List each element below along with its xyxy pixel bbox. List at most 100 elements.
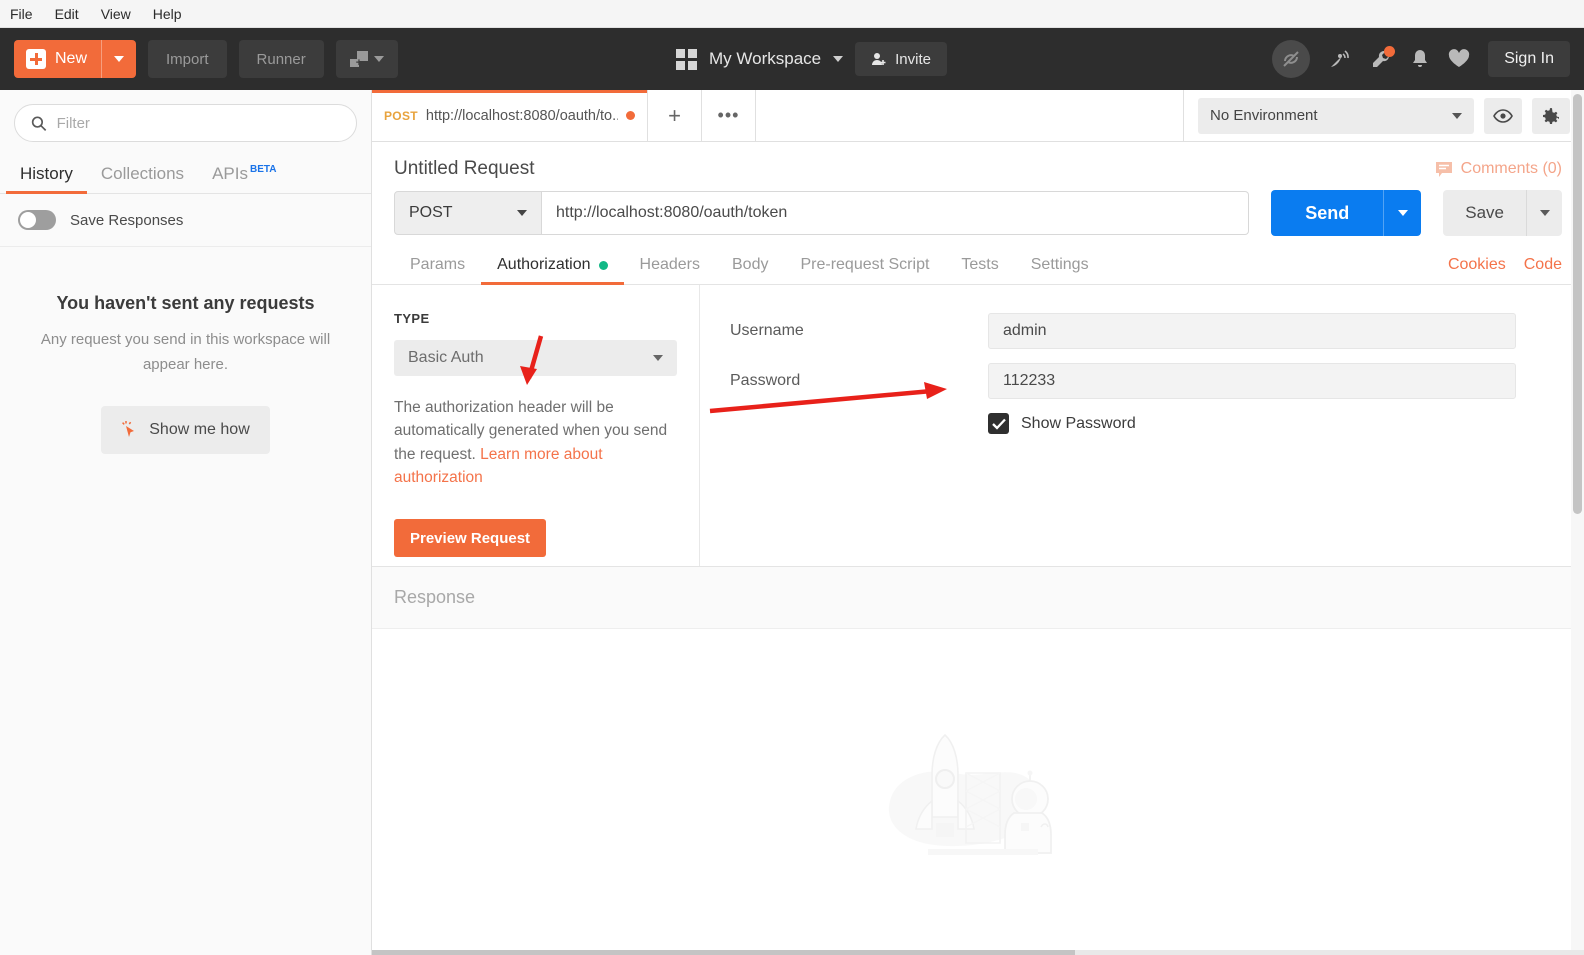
username-input[interactable]: admin bbox=[988, 313, 1516, 349]
tab-params-label: Params bbox=[410, 256, 465, 274]
send-options-button[interactable] bbox=[1383, 190, 1421, 236]
tab-settings-label: Settings bbox=[1031, 256, 1089, 274]
save-options-button[interactable] bbox=[1526, 190, 1562, 236]
request-tab-method: POST bbox=[384, 109, 418, 123]
password-label: Password bbox=[730, 372, 988, 390]
import-button-label: Import bbox=[166, 51, 209, 68]
tab-body[interactable]: Body bbox=[716, 256, 784, 284]
workspace-selector-group: My Workspace Invite bbox=[676, 28, 947, 90]
request-tab-links: Cookies Code bbox=[1448, 256, 1562, 284]
url-input[interactable]: http://localhost:8080/oauth/token bbox=[542, 191, 1249, 235]
plus-icon bbox=[26, 49, 46, 69]
search-icon bbox=[31, 115, 47, 132]
authorization-panel: TYPE Basic Auth The authorization header… bbox=[372, 285, 1584, 567]
save-responses-toggle[interactable] bbox=[18, 210, 56, 230]
username-row: Username admin bbox=[730, 313, 1550, 349]
tab-settings[interactable]: Settings bbox=[1015, 256, 1105, 284]
http-method-select[interactable]: POST bbox=[394, 191, 542, 235]
filter-wrapper bbox=[0, 90, 371, 142]
preview-request-button[interactable]: Preview Request bbox=[394, 519, 546, 557]
sidebar-tab-apis-label: APIs bbox=[212, 164, 248, 183]
auth-type-select[interactable]: Basic Auth bbox=[394, 340, 677, 376]
scrollbar-thumb-horizontal[interactable] bbox=[372, 950, 1075, 955]
satellite-dish-icon[interactable] bbox=[1328, 48, 1352, 70]
tab-pre-request-script[interactable]: Pre-request Script bbox=[784, 256, 945, 284]
http-method-value: POST bbox=[409, 204, 453, 222]
plus-icon: + bbox=[668, 103, 681, 129]
show-password-row[interactable]: Show Password bbox=[988, 413, 1550, 434]
send-button-label: Send bbox=[1305, 203, 1349, 224]
request-tab[interactable]: POST http://localhost:8080/oauth/to... bbox=[372, 90, 648, 141]
tab-tests[interactable]: Tests bbox=[945, 256, 1014, 284]
show-password-label: Show Password bbox=[1021, 415, 1136, 433]
invite-button[interactable]: Invite bbox=[855, 42, 947, 76]
password-input[interactable]: 112233 bbox=[988, 363, 1516, 399]
wrench-icon[interactable] bbox=[1370, 48, 1392, 70]
runner-button[interactable]: Runner bbox=[239, 40, 324, 78]
show-me-how-button[interactable]: Show me how bbox=[101, 406, 270, 454]
save-button-label: Save bbox=[1465, 203, 1504, 223]
app-body: History Collections APIsBETA Save Respon… bbox=[0, 90, 1584, 955]
horizontal-scrollbar[interactable] bbox=[372, 950, 1584, 955]
heart-icon[interactable] bbox=[1448, 49, 1470, 69]
menu-item-file[interactable]: File bbox=[10, 6, 33, 22]
send-button-group: Send bbox=[1271, 190, 1421, 236]
check-icon bbox=[992, 418, 1006, 430]
tab-authorization-label: Authorization bbox=[497, 256, 590, 274]
environment-area: No Environment bbox=[1184, 90, 1584, 141]
sidebar-tab-collections[interactable]: Collections bbox=[87, 164, 198, 193]
save-responses-row[interactable]: Save Responses bbox=[0, 194, 371, 247]
signin-button[interactable]: Sign In bbox=[1488, 41, 1570, 77]
show-password-checkbox[interactable] bbox=[988, 413, 1009, 434]
new-request-tab-button[interactable]: + bbox=[648, 90, 702, 141]
tab-headers[interactable]: Headers bbox=[624, 256, 716, 284]
new-button-label-wrap[interactable]: New bbox=[14, 40, 101, 78]
search-input[interactable] bbox=[57, 115, 340, 132]
chevron-down-icon bbox=[517, 210, 527, 216]
menu-item-view[interactable]: View bbox=[101, 6, 131, 22]
bell-icon[interactable] bbox=[1410, 48, 1430, 70]
empty-state-title: You haven't sent any requests bbox=[30, 293, 341, 314]
new-dropdown-toggle[interactable] bbox=[101, 40, 136, 78]
search-box[interactable] bbox=[14, 104, 357, 142]
password-value: 112233 bbox=[1003, 372, 1055, 390]
sync-off-icon[interactable] bbox=[1272, 40, 1310, 78]
response-label: Response bbox=[394, 587, 475, 608]
menu-item-help[interactable]: Help bbox=[153, 6, 182, 22]
main-content: POST http://localhost:8080/oauth/to... +… bbox=[372, 90, 1584, 955]
unsaved-changes-dot bbox=[626, 111, 635, 120]
auth-type-label: TYPE bbox=[394, 311, 677, 326]
scrollbar-thumb[interactable] bbox=[1573, 94, 1582, 514]
cookies-link[interactable]: Cookies bbox=[1448, 256, 1506, 274]
chevron-down-icon[interactable] bbox=[833, 56, 843, 62]
tab-authorization[interactable]: Authorization bbox=[481, 256, 623, 284]
sidebar-tab-apis[interactable]: APIsBETA bbox=[198, 164, 290, 193]
environment-select[interactable]: No Environment bbox=[1198, 98, 1474, 134]
menu-item-edit[interactable]: Edit bbox=[55, 6, 79, 22]
tab-params[interactable]: Params bbox=[394, 256, 481, 284]
sidebar-tab-history[interactable]: History bbox=[6, 164, 87, 193]
new-button-label: New bbox=[55, 50, 87, 68]
chevron-down-icon bbox=[653, 355, 663, 361]
vertical-scrollbar[interactable] bbox=[1571, 90, 1584, 955]
rocket-astronaut-illustration bbox=[878, 723, 1078, 863]
environment-settings-button[interactable] bbox=[1532, 98, 1570, 134]
workspace-name[interactable]: My Workspace bbox=[709, 49, 821, 69]
new-window-button[interactable]: + bbox=[336, 40, 398, 78]
history-empty-state: You haven't sent any requests Any reques… bbox=[0, 247, 371, 454]
chevron-down-icon bbox=[1452, 113, 1462, 119]
code-link[interactable]: Code bbox=[1524, 256, 1562, 274]
environment-quick-look-button[interactable] bbox=[1484, 98, 1522, 134]
signin-button-label: Sign In bbox=[1504, 50, 1554, 68]
sidebar-tabs: History Collections APIsBETA bbox=[0, 152, 371, 194]
tab-options-button[interactable]: ••• bbox=[702, 90, 756, 141]
auth-type-value: Basic Auth bbox=[408, 349, 484, 367]
chevron-down-icon bbox=[1540, 210, 1550, 216]
comments-link[interactable]: Comments (0) bbox=[1435, 160, 1562, 178]
username-value: admin bbox=[1003, 322, 1047, 340]
send-button[interactable]: Send bbox=[1271, 190, 1383, 236]
import-button[interactable]: Import bbox=[148, 40, 227, 78]
save-button[interactable]: Save bbox=[1443, 190, 1526, 236]
tab-tests-label: Tests bbox=[961, 256, 998, 274]
new-button[interactable]: New bbox=[14, 40, 136, 78]
